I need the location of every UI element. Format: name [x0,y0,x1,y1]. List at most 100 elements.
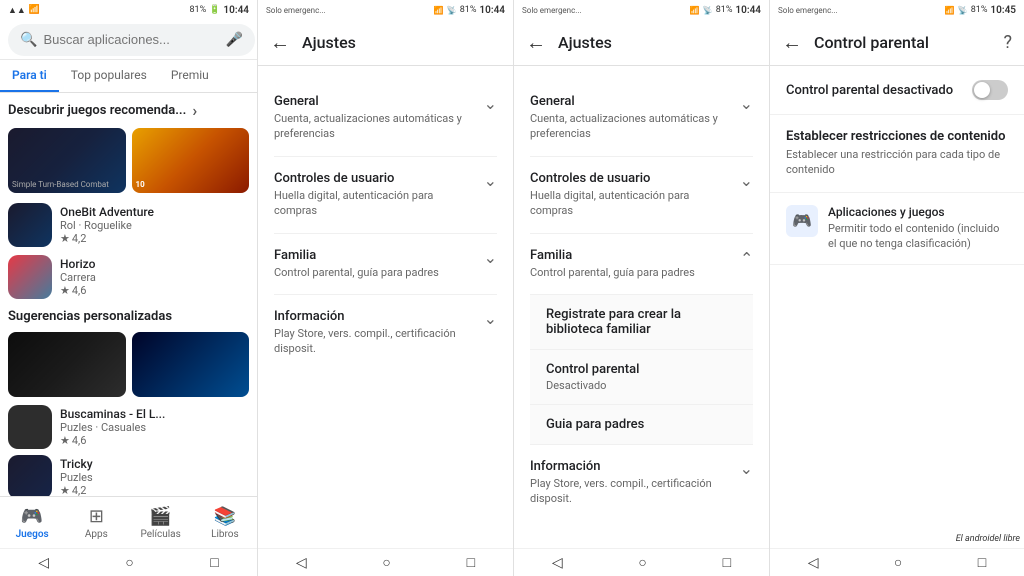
familia-title-2: Familia [530,248,695,263]
tab-para-ti[interactable]: Para ti [0,60,59,92]
game-icon-onebit [8,203,52,247]
settings-general-header-1: General Cuenta, actualizaciones automáti… [274,94,497,142]
settings-info-2[interactable]: Información Play Store, vers. compil., c… [530,445,753,521]
sys-nav-bar-4: ◁ ○ □ [770,548,1024,576]
info-sub-2: Play Store, vers. compil., certificación… [530,476,732,507]
settings-general-text-2: General Cuenta, actualizaciones automáti… [530,94,732,142]
back-arrow-2[interactable]: ← [526,30,546,55]
game-list-item-2[interactable]: Horizo Carrera ★ 4,6 [8,255,249,299]
mic-icon[interactable]: 🎤 [225,32,242,48]
emergency-text-4: Solo emergenc... [778,6,838,15]
books-icon: 📚 [214,506,236,527]
back-arrow-1[interactable]: ← [270,30,290,55]
home-btn-1[interactable]: ○ [125,554,133,571]
search-input[interactable] [43,32,219,47]
status-right-1: 81% 🔋 10:44 [189,5,249,16]
parental-toggle[interactable] [972,80,1008,100]
suggestion-item-1[interactable]: Buscaminas - El L... Puzles · Casuales ★… [8,405,249,449]
nav-label-apps: Apps [85,529,108,540]
settings-info-header-2: Información Play Store, vers. compil., c… [530,459,753,507]
parental-toggle-label: Control parental desactivado [786,83,953,98]
expand-item-guia[interactable]: Guia para padres [530,405,753,445]
back-btn-2[interactable]: ◁ [296,555,307,571]
nav-juegos[interactable]: 🎮 Juegos [0,502,64,544]
suggestion-info-1: Buscaminas - El L... Puzles · Casuales ★… [60,407,249,447]
battery-icon-1: 🔋 [209,5,220,15]
expand-item-registrate[interactable]: Registrate para crear la biblioteca fami… [530,295,753,350]
battery-text-1: 81% [189,5,206,15]
watermark-text: El androidel libre [956,534,1020,544]
home-btn-4[interactable]: ○ [894,554,902,571]
suggestion-info-2: Tricky Puzles ★ 4,2 [60,457,249,496]
usuario-title-2: Controles de usuario [530,171,732,186]
suggestion-rating-1: ★ 4,6 [60,434,249,447]
settings-info-1[interactable]: Información Play Store, vers. compil., c… [274,295,497,371]
battery-text-3: 81% [716,5,733,15]
back-arrow-4[interactable]: ← [782,30,802,55]
back-btn-4[interactable]: ◁ [808,555,819,571]
settings-usuario-1[interactable]: Controles de usuario Huella digital, aut… [274,157,497,234]
wifi-icon-4: 📡 [958,6,968,15]
suggestions-header: Sugerencias personalizadas [8,309,249,324]
tab-top-populares[interactable]: Top populares [59,60,159,92]
familia-chevron-2: ⌄ [740,248,753,267]
nav-label-juegos: Juegos [16,529,49,540]
toggle-knob [974,82,990,98]
general-chevron-2: ⌄ [740,94,753,113]
suggestion-thumb-2[interactable] [132,332,250,397]
usuario-sub-1: Huella digital, autenticación para compr… [274,188,476,219]
settings-general-2[interactable]: General Cuenta, actualizaciones automáti… [530,80,753,157]
recents-btn-2[interactable]: □ [467,554,475,571]
recents-btn-3[interactable]: □ [723,554,731,571]
registrate-title: Registrate para crear la biblioteca fami… [546,307,737,337]
suggestion-name-1: Buscaminas - El L... [60,407,249,421]
suggestion-icon-1 [8,405,52,449]
nav-peliculas[interactable]: 🎬 Películas [129,502,193,544]
expand-item-control-parental[interactable]: Control parental Desactivado [530,350,753,405]
suggestion-icon-2 [8,455,52,496]
battery-icon-2: 81% [460,5,477,15]
suggestion-item-2[interactable]: Tricky Puzles ★ 4,2 [8,455,249,496]
home-btn-3[interactable]: ○ [638,554,646,571]
status-left-3: Solo emergenc... [522,6,582,15]
nav-libros[interactable]: 📚 Libros [193,502,257,544]
settings-general-1[interactable]: General Cuenta, actualizaciones automáti… [274,80,497,157]
suggestion-name-2: Tricky [60,457,249,471]
game-thumb-2[interactable]: 10 [132,128,250,193]
app-games-icon: 🎮 [786,205,818,237]
signal-icon-3: 📶 [690,6,700,15]
restriction-title: Establecer restricciones de contenido [786,129,1008,144]
settings-info-header-1: Información Play Store, vers. compil., c… [274,309,497,357]
back-btn-3[interactable]: ◁ [552,555,563,571]
search-icon: 🔍 [20,32,37,48]
app-games-sub: Permitir todo el contenido (incluido el … [828,221,1008,252]
settings-familia-2[interactable]: Familia Control parental, guía para padr… [530,234,753,295]
app-games-title: Aplicaciones y juegos [828,205,1008,219]
game-thumb-1[interactable]: Simple Turn-Based Combat [8,128,126,193]
back-btn-1[interactable]: ◁ [38,555,49,571]
games-icon: 🎮 [21,506,43,527]
time-1: 10:44 [223,5,249,16]
recents-btn-1[interactable]: □ [210,554,218,571]
game-name-horizo: Horizo [60,257,249,271]
battery-text-4: 81% [971,5,988,15]
panel-settings-2: Solo emergenc... 📶 📡 81% 10:44 ← Ajustes… [514,0,770,576]
search-area[interactable]: 🔍 🎤 [8,24,255,56]
game-list-item-1[interactable]: OneBit Adventure Rol · Roguelike ★ 4,2 [8,203,249,247]
help-icon[interactable]: ? [1003,32,1012,53]
sys-nav-bar-1: ◁ ○ □ [0,548,257,576]
app-games-row[interactable]: 🎮 Aplicaciones y juegos Permitir todo el… [770,193,1024,265]
suggestion-thumb-1[interactable] [8,332,126,397]
signal-icon-4: 📶 [945,6,955,15]
familia-expand-section: Registrate para crear la biblioteca fami… [530,295,753,445]
apps-icon: ⊞ [89,506,104,527]
nav-apps[interactable]: ⊞ Apps [64,502,128,544]
settings-familia-1[interactable]: Familia Control parental, guía para padr… [274,234,497,295]
discover-arrow[interactable]: › [192,101,197,120]
recents-btn-4[interactable]: □ [978,554,986,571]
settings-usuario-2[interactable]: Controles de usuario Huella digital, aut… [530,157,753,234]
home-btn-2[interactable]: ○ [382,554,390,571]
bottom-nav: 🎮 Juegos ⊞ Apps 🎬 Películas 📚 Libros [0,496,257,548]
settings-header-1: ← Ajustes [258,20,513,66]
tab-premium[interactable]: Premiu [159,60,221,92]
